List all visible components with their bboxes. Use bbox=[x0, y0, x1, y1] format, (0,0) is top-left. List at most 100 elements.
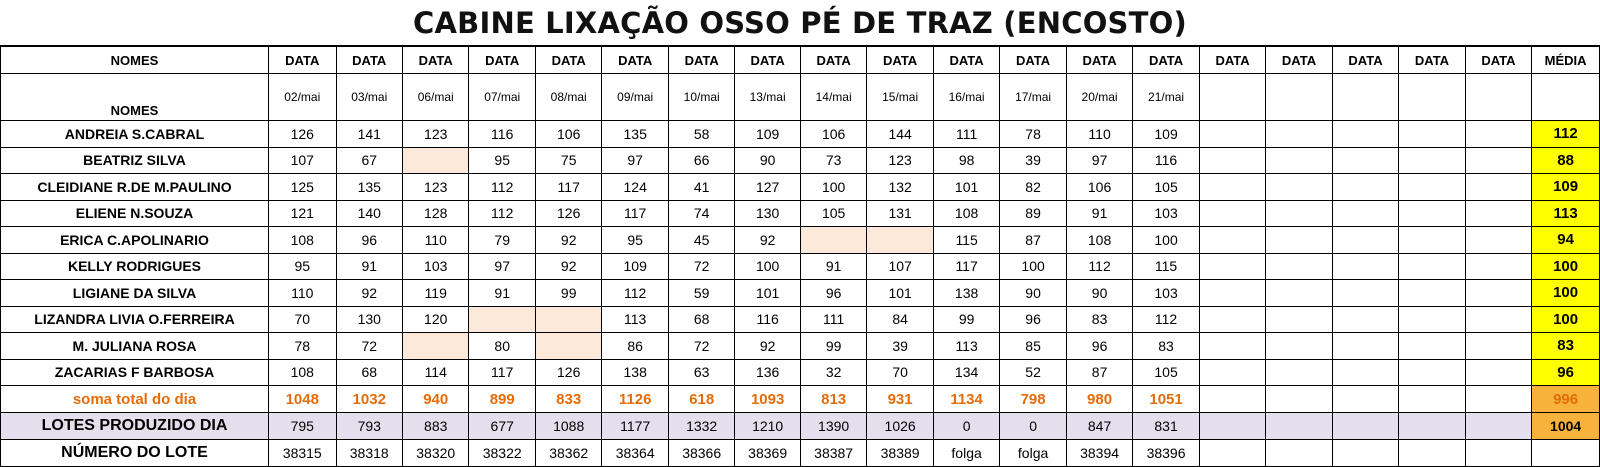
data-header: DATA bbox=[268, 46, 337, 74]
data-header: DATA bbox=[335, 46, 403, 74]
date-cell bbox=[1265, 73, 1333, 121]
value-cell bbox=[1398, 173, 1466, 201]
data-header: DATA bbox=[734, 46, 801, 74]
value-cell: 41 bbox=[667, 173, 736, 201]
media-subheader bbox=[1531, 73, 1600, 121]
value-cell: 83 bbox=[1065, 305, 1134, 333]
value-cell: 90 bbox=[1065, 279, 1134, 307]
value-cell: 135 bbox=[335, 173, 403, 201]
numero-value: 38394 bbox=[1065, 439, 1134, 467]
value-cell: 96 bbox=[1065, 332, 1134, 360]
value-cell bbox=[1331, 173, 1400, 201]
lotes-value: 1026 bbox=[866, 412, 934, 440]
value-cell bbox=[1198, 358, 1267, 386]
media-cell: 88 bbox=[1531, 146, 1600, 174]
value-cell: 91 bbox=[799, 252, 868, 280]
value-cell: 115 bbox=[932, 226, 1001, 254]
value-cell bbox=[401, 146, 470, 174]
value-cell: 67 bbox=[335, 146, 403, 174]
employee-name: ANDREIA S.CABRAL bbox=[0, 120, 269, 148]
value-cell: 116 bbox=[734, 305, 801, 333]
value-cell bbox=[1398, 305, 1466, 333]
numero-media bbox=[1531, 439, 1600, 467]
numero-value: 38369 bbox=[734, 439, 801, 467]
value-cell: 87 bbox=[1065, 358, 1134, 386]
value-cell bbox=[1464, 305, 1533, 333]
date-cell: 15/mai bbox=[866, 73, 934, 121]
value-cell: 91 bbox=[468, 279, 536, 307]
value-cell: 92 bbox=[534, 226, 603, 254]
value-cell: 78 bbox=[268, 332, 337, 360]
numero-lote-label: NÚMERO DO LOTE bbox=[0, 439, 269, 467]
soma-value: 798 bbox=[999, 385, 1067, 413]
soma-value: 813 bbox=[799, 385, 868, 413]
lotes-value: 795 bbox=[268, 412, 337, 440]
date-cell: 09/mai bbox=[601, 73, 669, 121]
value-cell: 138 bbox=[932, 279, 1001, 307]
value-cell: 113 bbox=[932, 332, 1001, 360]
value-cell bbox=[1265, 358, 1333, 386]
soma-value: 931 bbox=[866, 385, 934, 413]
soma-value: 1051 bbox=[1132, 385, 1200, 413]
value-cell: 92 bbox=[335, 279, 403, 307]
value-cell: 130 bbox=[734, 199, 801, 227]
value-cell: 95 bbox=[601, 226, 669, 254]
lotes-value: 847 bbox=[1065, 412, 1134, 440]
value-cell: 108 bbox=[932, 199, 1001, 227]
value-cell: 123 bbox=[401, 120, 470, 148]
lotes-label: LOTES PRODUZIDO DIA bbox=[0, 412, 269, 440]
value-cell: 68 bbox=[667, 305, 736, 333]
value-cell bbox=[1265, 305, 1333, 333]
value-cell: 138 bbox=[601, 358, 669, 386]
value-cell bbox=[1464, 146, 1533, 174]
value-cell: 91 bbox=[335, 252, 403, 280]
employee-name: LIGIANE DA SILVA bbox=[0, 279, 269, 307]
employee-name: BEATRIZ SILVA bbox=[0, 146, 269, 174]
value-cell: 107 bbox=[866, 252, 934, 280]
date-cell: 21/mai bbox=[1132, 73, 1200, 121]
value-cell: 108 bbox=[268, 358, 337, 386]
soma-value: 1134 bbox=[932, 385, 1001, 413]
value-cell: 105 bbox=[1132, 358, 1200, 386]
employee-name: M. JULIANA ROSA bbox=[0, 332, 269, 360]
table-row: BEATRIZ SILVA 107 67 95 75 97 66 90 73 123 98 39 97 1… bbox=[0, 146, 1600, 174]
value-cell: 90 bbox=[999, 279, 1067, 307]
value-cell: 73 bbox=[799, 146, 868, 174]
lotes-value: 1332 bbox=[667, 412, 736, 440]
data-header: DATA bbox=[999, 46, 1067, 74]
date-cell: 20/mai bbox=[1065, 73, 1134, 121]
value-cell: 132 bbox=[866, 173, 934, 201]
value-cell bbox=[1265, 120, 1333, 148]
value-cell: 108 bbox=[268, 226, 337, 254]
data-header: DATA bbox=[932, 46, 1001, 74]
value-cell bbox=[1265, 146, 1333, 174]
value-cell: 39 bbox=[999, 146, 1067, 174]
value-cell: 96 bbox=[999, 305, 1067, 333]
lotes-value bbox=[1331, 412, 1400, 440]
value-cell: 144 bbox=[866, 120, 934, 148]
date-cell: 08/mai bbox=[534, 73, 603, 121]
value-cell: 135 bbox=[601, 120, 669, 148]
value-cell bbox=[1464, 332, 1533, 360]
media-cell: 83 bbox=[1531, 332, 1600, 360]
production-table: NOMES DATA DATA DATA DATA DATA DATA DATA DATA DAT… bbox=[0, 46, 1600, 467]
value-cell: 87 bbox=[999, 226, 1067, 254]
date-cell bbox=[1398, 73, 1466, 121]
value-cell bbox=[1331, 279, 1400, 307]
data-header: DATA bbox=[866, 46, 934, 74]
value-cell: 90 bbox=[734, 146, 801, 174]
value-cell: 109 bbox=[601, 252, 669, 280]
value-cell: 106 bbox=[799, 120, 868, 148]
data-header: DATA bbox=[468, 46, 536, 74]
numero-value: 38318 bbox=[335, 439, 403, 467]
value-cell: 108 bbox=[1065, 226, 1134, 254]
value-cell bbox=[1398, 279, 1466, 307]
data-header: DATA bbox=[601, 46, 669, 74]
value-cell bbox=[468, 305, 536, 333]
value-cell bbox=[1398, 146, 1466, 174]
value-cell: 130 bbox=[335, 305, 403, 333]
numero-value: 38366 bbox=[667, 439, 736, 467]
value-cell: 117 bbox=[468, 358, 536, 386]
names-subheader: NOMES bbox=[0, 73, 269, 121]
value-cell: 106 bbox=[534, 120, 603, 148]
